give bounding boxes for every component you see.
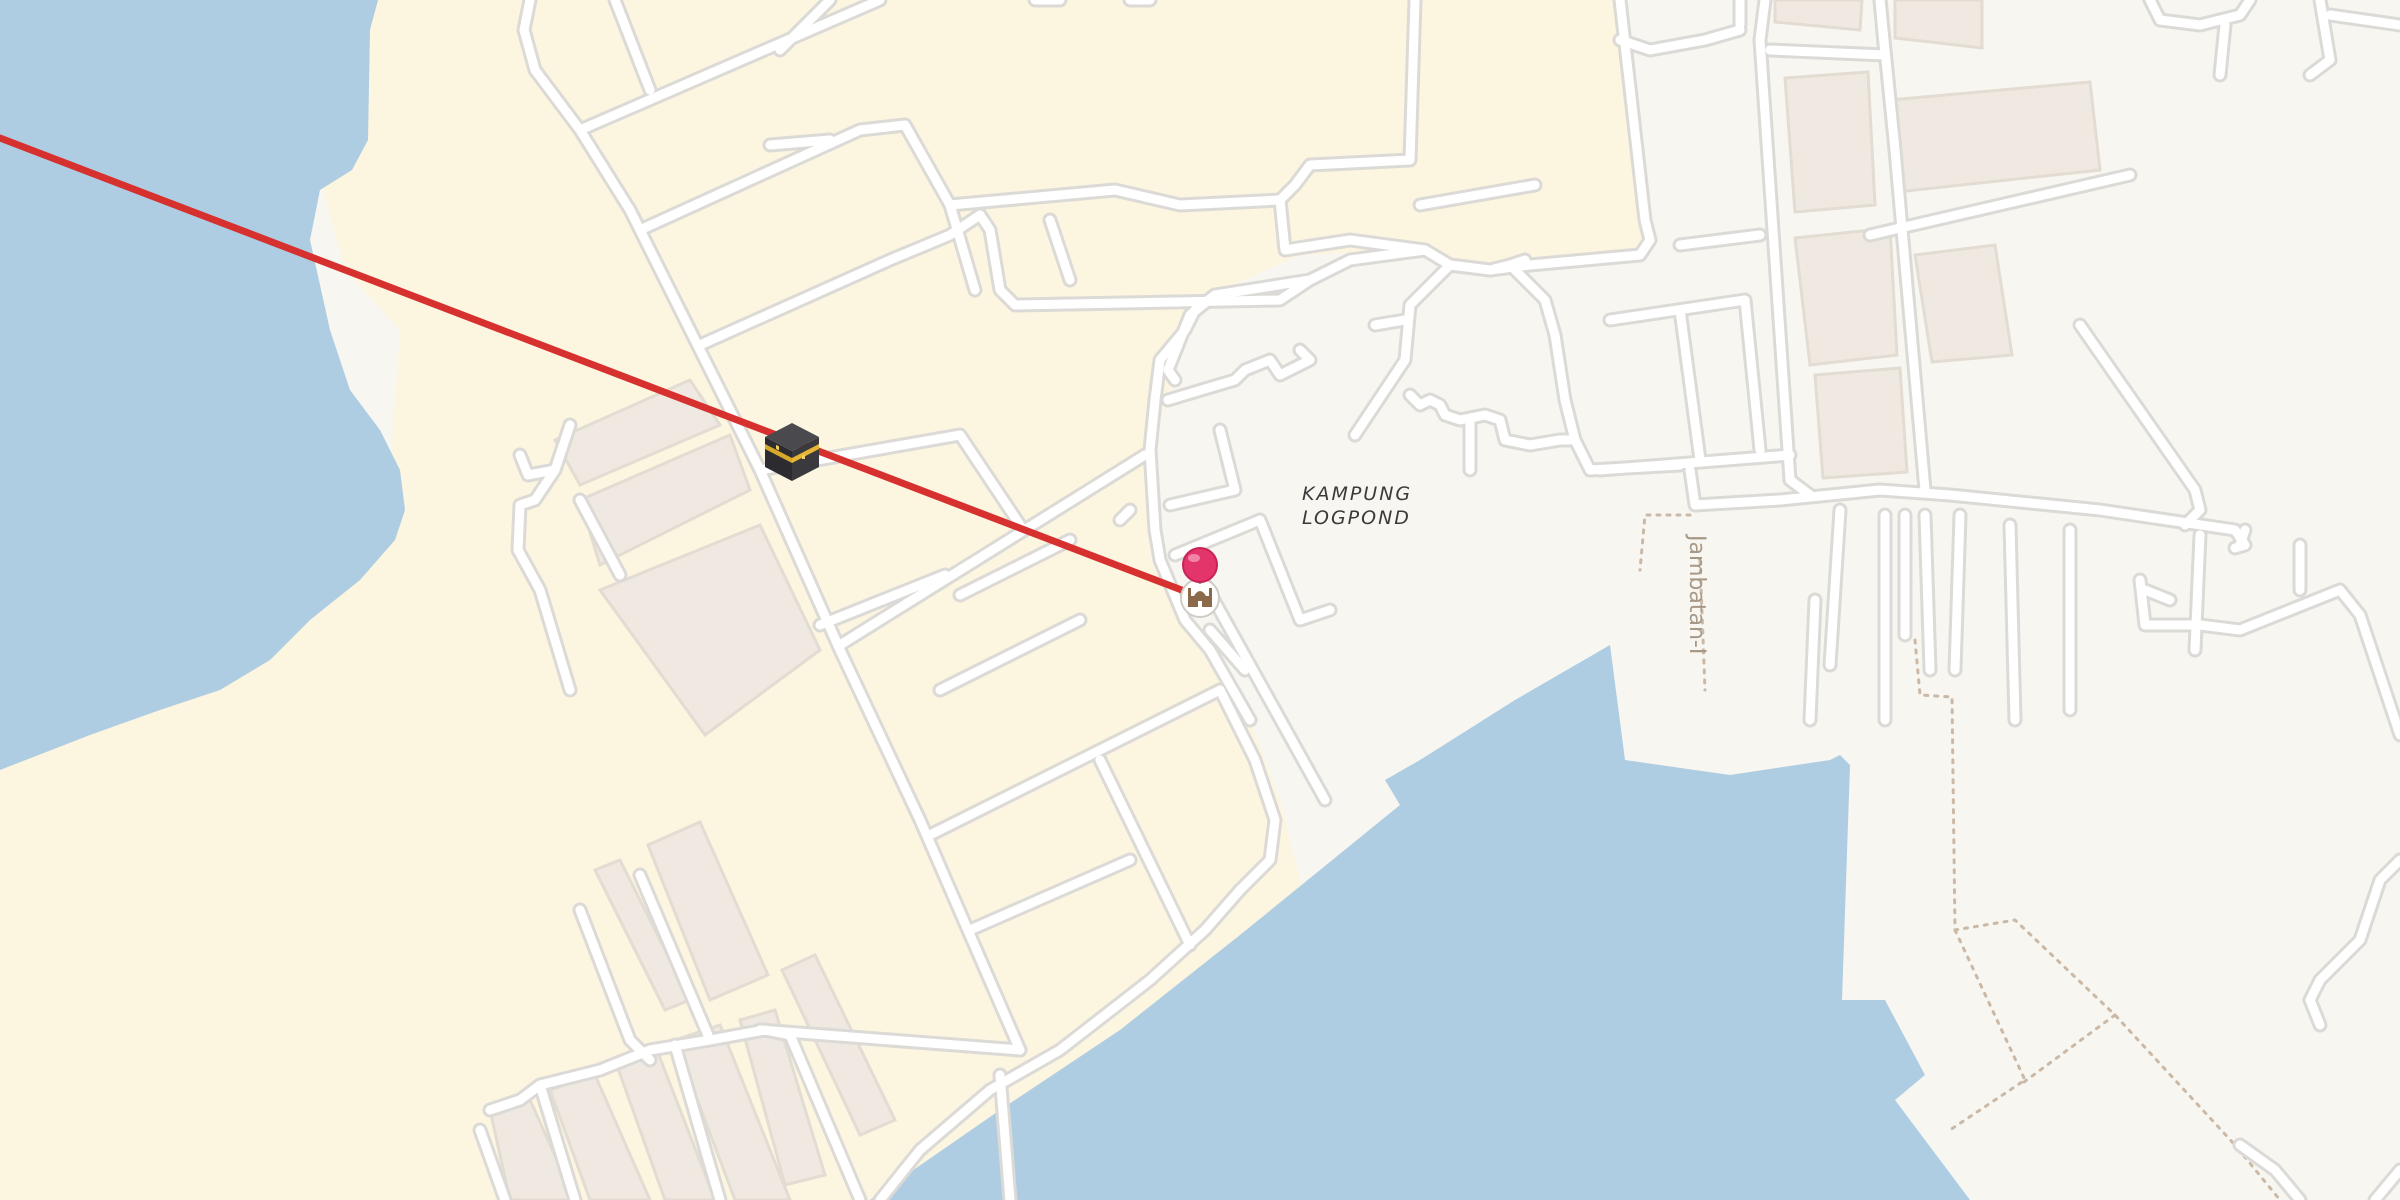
map-view[interactable]: KAMPUNG LOGPOND Jambatan-I: [0, 0, 2400, 1200]
mosque-marker[interactable]: [1180, 578, 1220, 618]
place-label-line1: KAMPUNG: [1302, 483, 1412, 505]
location-pin-icon: [1182, 547, 1218, 583]
place-label-line2: LOGPOND: [1302, 507, 1411, 529]
street-label-jambatan: Jambatan-I: [1684, 533, 1709, 654]
map-canvas[interactable]: KAMPUNG LOGPOND Jambatan-I: [0, 0, 2400, 1200]
